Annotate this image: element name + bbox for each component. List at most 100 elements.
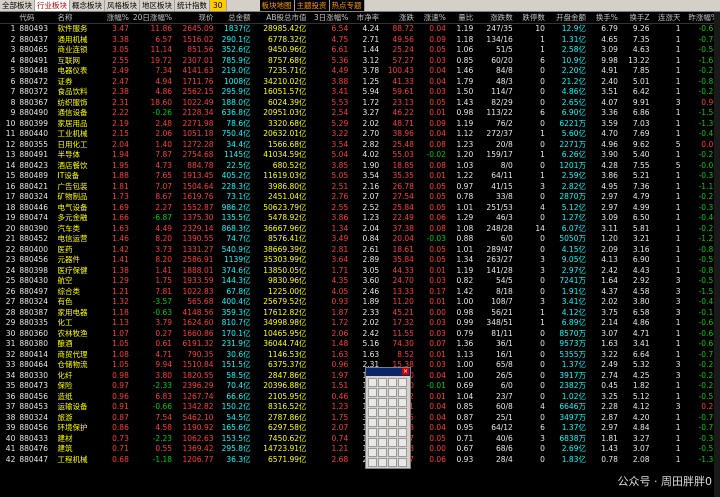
draw-tool-icon[interactable] bbox=[398, 448, 407, 457]
table-row[interactable]: 37 880453 运输设备 0.91 -0.66 1342.82 150.2亿 8316.5… bbox=[0, 402, 720, 413]
table-row[interactable]: 9 880490 通信设备 2.22 -0.26 2128.34 636.8亿 20951.0… bbox=[0, 108, 720, 119]
table-row[interactable]: 25 880430 航空 1.29 1.75 1933.59 144.3亿 9830.96亿 4… bbox=[0, 276, 720, 287]
table-row[interactable]: 38 880324 旅游 0.87 7.54 5462.10 54.5亿 2787.86亿 1.… bbox=[0, 413, 720, 424]
draw-tool-icon[interactable] bbox=[368, 378, 377, 387]
column-header[interactable]: 现价 bbox=[174, 12, 216, 24]
column-header[interactable]: 名称 bbox=[55, 12, 99, 24]
tab-board-map[interactable]: 板块地图 bbox=[259, 0, 295, 11]
tab-stat-index[interactable]: 统计指数 bbox=[175, 0, 210, 11]
table-row[interactable]: 15 880489 IT设备 1.88 7.65 1913.45 405.2亿 11619.0… bbox=[0, 171, 720, 182]
table-row[interactable]: 18 880446 电气设备 1.69 2.27 1552.87 986.2亿 50623.7… bbox=[0, 203, 720, 214]
draw-tool-icon[interactable] bbox=[378, 458, 387, 467]
table-row[interactable]: 4 880491 互联网 2.55 19.72 2307.01 785.9亿 8757.68亿… bbox=[0, 56, 720, 67]
table-row[interactable]: 40 880433 建材 0.73 -2.23 1062.63 153.5亿 7450.62亿… bbox=[0, 434, 720, 445]
table-row[interactable]: 28 880387 家用电器 1.18 -0.63 4148.56 359.3亿 17612.… bbox=[0, 308, 720, 319]
table-row[interactable]: 36 880456 造纸 0.96 6.83 1267.74 66.6亿 2105.95亿 0.… bbox=[0, 392, 720, 403]
table-row[interactable]: 35 880473 保险 0.97 -2.33 2396.29 70.4亿 20396.88亿… bbox=[0, 381, 720, 392]
draw-tool-icon[interactable] bbox=[398, 458, 407, 467]
tab-all-boards[interactable]: 全部板块 bbox=[0, 0, 35, 11]
draw-tool-icon[interactable] bbox=[368, 408, 377, 417]
tab-30[interactable]: 30 bbox=[210, 0, 227, 11]
draw-tool-icon[interactable] bbox=[398, 388, 407, 397]
table-row[interactable]: 11 880440 工业机械 2.15 2.06 1051.18 750.4亿 20632.0… bbox=[0, 129, 720, 140]
draw-tool-icon[interactable] bbox=[388, 428, 397, 437]
close-icon[interactable]: × bbox=[402, 368, 409, 375]
column-header[interactable]: AB股总市值 bbox=[252, 12, 309, 24]
draw-tool-icon[interactable] bbox=[378, 388, 387, 397]
drawing-toolbox[interactable]: × bbox=[365, 367, 411, 469]
draw-tool-icon[interactable] bbox=[388, 398, 397, 407]
column-header[interactable]: 代码 bbox=[17, 12, 56, 24]
table-row[interactable]: 16 880421 广告包装 1.81 7.07 1504.64 228.3亿 3986.80… bbox=[0, 182, 720, 193]
draw-tool-icon[interactable] bbox=[368, 438, 377, 447]
table-row[interactable]: 7 880372 食品饮料 2.38 4.86 2562.15 295.9亿 16051.57… bbox=[0, 87, 720, 98]
table-row[interactable]: 8 880367 纺织服饰 2.31 18.60 1022.49 188.0亿 6024.39… bbox=[0, 98, 720, 109]
column-header[interactable]: 市净率 bbox=[350, 12, 382, 24]
tab-style[interactable]: 风格板块 bbox=[105, 0, 140, 11]
table-row[interactable]: 19 880474 多元金融 1.66 -6.87 1375.30 135.5亿 5478.9… bbox=[0, 213, 720, 224]
draw-tool-icon[interactable] bbox=[378, 378, 387, 387]
draw-tool-icon[interactable] bbox=[398, 378, 407, 387]
column-header[interactable]: 换手Z bbox=[619, 12, 652, 24]
column-header[interactable] bbox=[0, 12, 18, 24]
draw-tool-icon[interactable] bbox=[368, 458, 377, 467]
draw-tool-icon[interactable] bbox=[368, 418, 377, 427]
table-row[interactable]: 30 880360 农林牧渔 1.07 0.27 1660.86 170.1亿 10465.9… bbox=[0, 329, 720, 340]
column-header[interactable]: 涨跌数 bbox=[475, 12, 515, 24]
column-header[interactable]: 跌停数 bbox=[514, 12, 547, 24]
table-row[interactable]: 34 880330 化纤 0.98 3.80 1820.55 58.5亿 2847.86亿 1.… bbox=[0, 371, 720, 382]
column-header[interactable]: 量比 bbox=[447, 12, 476, 24]
table-row[interactable]: 6 880472 证券 2.47 4.94 1711.76 1008亿 34210.02亿 3.… bbox=[0, 77, 720, 88]
table-row[interactable]: 17 880324 矿物制品 1.73 8.67 1619.76 73.1亿 2451.04亿… bbox=[0, 192, 720, 203]
column-header[interactable]: 涨幅% bbox=[98, 12, 131, 24]
table-row[interactable]: 1 880493 软件服务 3.47 11.86 2645.09 1837亿 28985.42… bbox=[0, 24, 720, 35]
draw-tool-icon[interactable] bbox=[388, 448, 397, 457]
draw-tool-icon[interactable] bbox=[378, 448, 387, 457]
tab-theme-invest[interactable]: 主题投资 bbox=[294, 0, 330, 11]
column-header[interactable]: 涨速% bbox=[415, 12, 448, 24]
column-header[interactable]: 20日涨幅% bbox=[130, 12, 175, 24]
draw-tool-icon[interactable] bbox=[388, 388, 397, 397]
vertical-scrollbar[interactable] bbox=[714, 12, 720, 497]
column-header[interactable]: 连涨天 bbox=[651, 12, 683, 24]
table-row[interactable]: 3 880465 商业连锁 3.05 11.14 851.56 352.6亿 9450.96亿… bbox=[0, 45, 720, 56]
draw-tool-icon[interactable] bbox=[368, 428, 377, 437]
column-header[interactable]: 涨跌 bbox=[381, 12, 416, 24]
column-header[interactable]: 换手% bbox=[587, 12, 620, 24]
tab-region[interactable]: 地区板块 bbox=[140, 0, 175, 11]
column-header[interactable]: 总金额 bbox=[215, 12, 253, 24]
table-row[interactable]: 22 880400 医药 1.42 3.73 1331.27 540.9亿 38669.39亿… bbox=[0, 245, 720, 256]
draw-tool-icon[interactable] bbox=[378, 398, 387, 407]
tab-industry[interactable]: 行业板块 bbox=[35, 0, 70, 11]
table-row[interactable]: 27 880324 有色 1.32 -3.57 565.68 400.4亿 25679.52亿… bbox=[0, 297, 720, 308]
tab-hot-topic[interactable]: 热点专题 bbox=[329, 0, 365, 11]
draw-tool-icon[interactable] bbox=[388, 438, 397, 447]
table-row[interactable]: 5 880448 电器仪表 2.49 7.34 4141.63 219.0亿 7235.71亿… bbox=[0, 66, 720, 77]
table-row[interactable]: 14 880423 酒店餐饮 1.95 4.73 884.78 22.5亿 680.52亿 3.… bbox=[0, 161, 720, 172]
draw-tool-icon[interactable] bbox=[368, 448, 377, 457]
draw-tool-icon[interactable] bbox=[398, 418, 407, 427]
draw-tool-icon[interactable] bbox=[398, 428, 407, 437]
draw-tool-icon[interactable] bbox=[368, 388, 377, 397]
table-row[interactable]: 23 880456 元器件 1.41 8.20 2586.91 1139亿 35303.99亿… bbox=[0, 255, 720, 266]
table-row[interactable]: 12 880355 日用化工 2.04 1.40 1272.28 34.4亿 1566.68亿… bbox=[0, 140, 720, 151]
table-row[interactable]: 42 880447 工程机械 0.68 -1.18 1206.77 36.3亿 6571.99… bbox=[0, 455, 720, 466]
table-row[interactable]: 33 880464 仓储物流 1.05 9.94 1510.84 151.5亿 6375.37… bbox=[0, 360, 720, 371]
table-row[interactable]: 20 880390 汽车类 1.63 4.49 2329.14 868.3亿 36667.96… bbox=[0, 224, 720, 235]
draw-tool-icon[interactable] bbox=[388, 458, 397, 467]
draw-tool-icon[interactable] bbox=[378, 438, 387, 447]
draw-tool-icon[interactable] bbox=[368, 398, 377, 407]
table-row[interactable]: 10 880399 家居用品 2.19 2.48 2271.98 78.6亿 3320.68亿… bbox=[0, 119, 720, 130]
table-row[interactable]: 26 880497 综合类 1.21 7.81 1022.83 67.8亿 1225.00亿 4… bbox=[0, 287, 720, 298]
table-row[interactable]: 41 880476 建筑 0.71 0.55 1369.42 295.8亿 14723.91亿… bbox=[0, 444, 720, 455]
column-header[interactable]: 3日涨幅% bbox=[308, 12, 351, 24]
draw-tool-icon[interactable] bbox=[398, 398, 407, 407]
table-row[interactable]: 21 880452 电信运营 1.46 8.20 1390.55 74.7亿 8576.41亿… bbox=[0, 234, 720, 245]
draw-tool-icon[interactable] bbox=[398, 408, 407, 417]
draw-tool-icon[interactable] bbox=[388, 378, 397, 387]
table-row[interactable]: 2 880437 通用机械 3.38 6.57 1516.02 290.1亿 6778.32亿… bbox=[0, 35, 720, 46]
table-row[interactable]: 13 880491 半导体 1.94 7.87 2754.68 1145亿 41034.59亿… bbox=[0, 150, 720, 161]
table-row[interactable]: 24 880398 医疗保健 1.38 1.41 1888.01 374.6亿 13850.0… bbox=[0, 266, 720, 277]
draw-tool-icon[interactable] bbox=[378, 428, 387, 437]
table-row[interactable]: 31 880380 酿酒 1.05 0.61 6191.32 231.9亿 36044.74亿… bbox=[0, 339, 720, 350]
